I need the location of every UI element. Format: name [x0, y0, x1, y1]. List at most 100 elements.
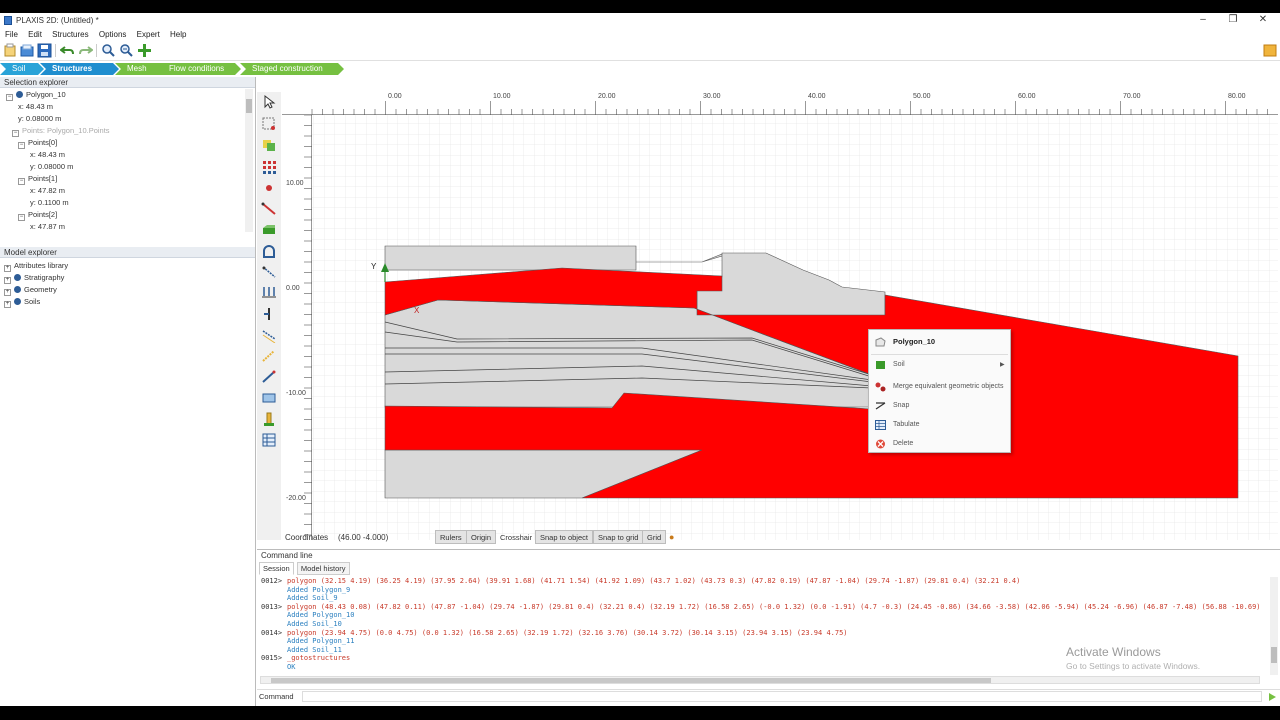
move-icon[interactable] — [261, 116, 277, 132]
tree-expander-icon[interactable]: − — [6, 94, 13, 101]
ruler-x-label: 30.00 — [703, 93, 721, 100]
undo-icon[interactable] — [60, 43, 75, 58]
maximize-button[interactable]: ❐ — [1226, 14, 1240, 26]
menu-edit[interactable]: Edit — [28, 29, 42, 41]
selection-explorer-scrollbar[interactable] — [245, 89, 253, 232]
show-materials-icon[interactable] — [261, 432, 277, 448]
create-displacement-icon[interactable] — [261, 306, 277, 322]
log-vertical-scrollbar[interactable] — [1270, 577, 1278, 675]
menu-help[interactable]: Help — [170, 29, 186, 41]
create-line-icon[interactable] — [261, 201, 277, 217]
geometry-view[interactable]: Y X — [282, 92, 1278, 540]
create-soil-polygon-icon[interactable] — [261, 137, 277, 153]
create-interface-icon[interactable] — [261, 327, 277, 343]
create-well-icon[interactable] — [261, 369, 277, 385]
scroll-thumb[interactable] — [246, 99, 252, 113]
selection-tree-item[interactable]: x: 47.82 m — [30, 186, 65, 195]
visibility-eye-icon[interactable] — [16, 91, 23, 98]
tree-expander-icon[interactable]: + — [4, 301, 11, 308]
model-tree-item[interactable]: + Geometry — [4, 285, 57, 296]
selection-tree-item[interactable]: − Polygon_10 — [6, 90, 66, 101]
rulers-toggle[interactable]: Rulers — [435, 530, 467, 544]
tab-soil[interactable]: Soil — [0, 63, 44, 75]
create-beam-icon[interactable] — [261, 411, 277, 427]
visibility-eye-icon[interactable] — [14, 298, 21, 305]
selection-tree-item[interactable]: − Points: Polygon_10.Points — [12, 126, 110, 137]
select-cursor-icon[interactable] — [261, 94, 277, 110]
zoom-in-icon[interactable] — [101, 43, 116, 58]
tree-expander-icon[interactable]: − — [18, 214, 25, 221]
tab-model-history[interactable]: Model history — [296, 562, 350, 575]
vertical-ruler[interactable]: 10.00 0.00 -10.00 -20.00 — [282, 115, 312, 540]
create-plate-icon[interactable] — [261, 222, 277, 238]
selection-tree-item[interactable]: x: 48.43 m — [30, 150, 65, 159]
model-tree-item[interactable]: + Stratigraphy — [4, 273, 64, 284]
snap-to-object-toggle[interactable]: Snap to object — [535, 530, 593, 544]
drawing-canvas[interactable]: Y X 0.00 10.00 20.00 30.00 40.00 50.00 6… — [282, 92, 1278, 540]
origin-toggle[interactable]: Origin — [466, 530, 497, 544]
selection-tree-item[interactable]: x: 48.43 m — [18, 102, 53, 111]
grid-toggle[interactable]: Grid — [642, 530, 667, 544]
new-project-icon[interactable] — [3, 43, 18, 58]
selection-tree-item[interactable]: y: 0.08000 m — [30, 162, 73, 171]
selection-tree-item[interactable]: − Points[2] — [18, 210, 57, 221]
selection-tree-item[interactable]: − Points[0] — [18, 138, 57, 149]
crosshair-toggle[interactable]: Crosshair — [495, 530, 537, 544]
create-drain-icon[interactable] — [261, 390, 277, 406]
model-tree-item[interactable]: + Attributes library — [4, 261, 68, 272]
save-icon[interactable] — [37, 43, 52, 58]
menu-expert[interactable]: Expert — [137, 29, 160, 41]
close-button[interactable]: ✕ — [1256, 14, 1270, 26]
context-menu-tabulate-label: Tabulate — [893, 421, 920, 428]
create-point-icon[interactable] — [261, 180, 277, 196]
create-geogrid-icon[interactable] — [261, 348, 277, 364]
scroll-thumb[interactable] — [1271, 647, 1277, 663]
tree-item-label: Soils — [24, 297, 41, 306]
run-command-icon[interactable] — [1267, 692, 1277, 702]
visibility-eye-icon[interactable] — [14, 286, 21, 293]
open-project-icon[interactable] — [20, 43, 35, 58]
context-menu-delete[interactable]: Delete — [869, 435, 1010, 453]
menu-options[interactable]: Options — [99, 29, 127, 41]
tab-session[interactable]: Session — [259, 562, 294, 575]
selection-tree-item[interactable]: y: 0.08000 m — [18, 114, 61, 123]
context-menu-soil[interactable]: Soil ▶ — [869, 356, 1010, 374]
menu-file[interactable]: File — [5, 29, 18, 41]
tree-expander-icon[interactable]: − — [12, 130, 19, 137]
lock-icon[interactable]: ● — [669, 532, 674, 542]
zoom-out-icon[interactable] — [119, 43, 134, 58]
menu-structures[interactable]: Structures — [52, 29, 88, 41]
log-line-text: polygon (23.94 4.75) (0.0 4.75) (0.0 1.3… — [287, 628, 848, 637]
log-line-text: Added Polygon_11 — [287, 637, 355, 646]
create-tunnel-icon[interactable] — [261, 243, 277, 259]
tab-flow-conditions[interactable]: Flow conditions — [157, 63, 241, 75]
tab-structures[interactable]: Structures — [40, 63, 119, 75]
selection-tree-item[interactable]: − Points[1] — [18, 174, 57, 185]
scroll-thumb[interactable] — [271, 678, 991, 683]
tree-expander-icon[interactable]: + — [4, 265, 11, 272]
log-line-number: 0015> — [261, 654, 283, 663]
pan-icon[interactable] — [137, 43, 152, 58]
command-input[interactable] — [302, 691, 1262, 702]
tree-expander-icon[interactable]: + — [4, 289, 11, 296]
context-menu-snap[interactable]: Snap — [869, 397, 1010, 415]
context-menu-tabulate[interactable]: Tabulate — [869, 416, 1010, 434]
tab-staged-construction[interactable]: Staged construction — [240, 63, 344, 75]
redo-icon[interactable] — [78, 43, 93, 58]
snap-to-grid-toggle[interactable]: Snap to grid — [593, 530, 644, 544]
visibility-eye-icon[interactable] — [14, 274, 21, 281]
log-horizontal-scrollbar[interactable] — [260, 676, 1260, 684]
tree-expander-icon[interactable]: − — [18, 142, 25, 149]
context-menu-merge[interactable]: Merge equivalent geometric objects — [869, 378, 1010, 396]
ruler-y-label: 10.00 — [286, 180, 304, 187]
model-tree-item[interactable]: + Soils — [4, 297, 40, 308]
array-icon[interactable] — [261, 159, 277, 175]
tree-expander-icon[interactable]: − — [18, 178, 25, 185]
create-load-icon[interactable] — [261, 285, 277, 301]
selection-tree-item[interactable]: y: 0.1100 m — [30, 198, 69, 207]
tree-expander-icon[interactable]: + — [4, 277, 11, 284]
selection-tree-item[interactable]: x: 47.87 m — [30, 222, 65, 231]
create-anchor-icon[interactable] — [261, 264, 277, 280]
horizontal-ruler[interactable]: 0.00 10.00 20.00 30.00 40.00 50.00 60.00… — [282, 92, 1278, 115]
minimize-button[interactable]: – — [1196, 14, 1210, 26]
